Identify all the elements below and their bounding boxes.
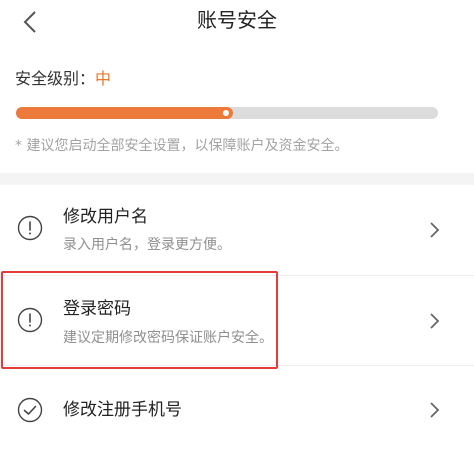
security-level-value: 中 [95, 69, 112, 88]
list-item-modify-username[interactable]: 修改用户名 录入用户名，登录更方便。 [0, 185, 474, 275]
chevron-right-icon [430, 313, 440, 329]
list-item-title: 修改注册手机号 [63, 400, 182, 420]
security-level-label: 安全级别： [15, 69, 96, 88]
list-item-change-phone[interactable]: 修改注册手机号 [0, 366, 474, 452]
exclamation-circle-icon [17, 215, 43, 241]
chevron-right-icon [430, 222, 440, 238]
security-progress-bar [16, 107, 438, 119]
security-level: 安全级别：中 [15, 66, 111, 92]
section-divider [0, 173, 474, 185]
highlight-annotation-box [1, 271, 278, 369]
security-progress-knob [223, 110, 229, 116]
list-item-desc: 录入用户名，登录更方便。 [63, 237, 231, 253]
list-item-title: 修改用户名 [63, 207, 148, 227]
security-progress-fill [16, 107, 233, 119]
navbar: 账号安全 [0, 0, 474, 46]
page-title: 账号安全 [197, 8, 277, 32]
security-hint: * 建议您启动全部安全设置，以保障账户及资金安全。 [15, 138, 349, 154]
chevron-right-icon [430, 402, 440, 418]
check-circle-icon [17, 397, 43, 423]
